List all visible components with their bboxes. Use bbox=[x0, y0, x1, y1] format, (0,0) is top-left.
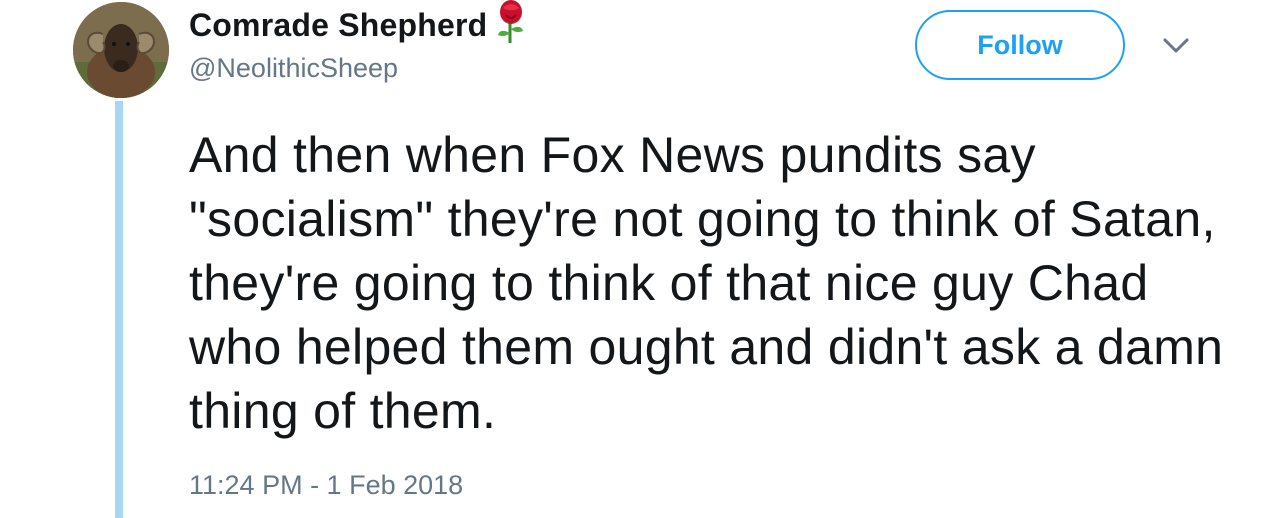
sheep-avatar-image bbox=[73, 2, 169, 98]
rose-icon bbox=[493, 0, 529, 45]
author-handle[interactable]: @NeolithicSheep bbox=[189, 53, 398, 84]
thread-line bbox=[115, 101, 123, 518]
chevron-down-icon[interactable] bbox=[1161, 33, 1191, 57]
tweet-timestamp[interactable]: 11:24 PM - 1 Feb 2018 bbox=[189, 470, 463, 501]
tweet-text: And then when Fox News pundits say "soci… bbox=[189, 127, 1224, 439]
follow-button[interactable]: Follow bbox=[915, 10, 1125, 80]
display-name[interactable]: Comrade Shepherd bbox=[189, 7, 487, 44]
avatar[interactable] bbox=[73, 2, 169, 98]
author-name-row: Comrade Shepherd bbox=[189, 0, 529, 47]
